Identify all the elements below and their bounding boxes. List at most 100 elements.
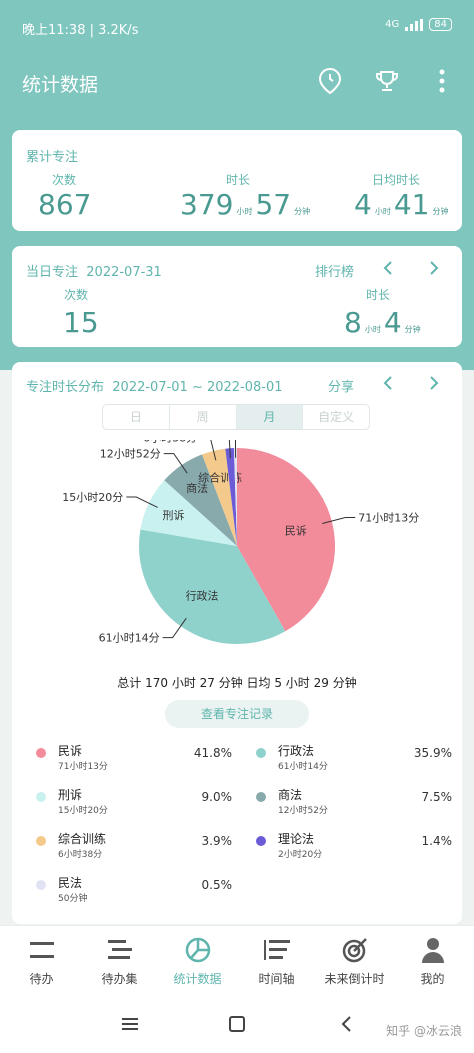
- legend-item: 商法 12小时52分 7.5%: [256, 786, 452, 826]
- trophy-icon[interactable]: [372, 66, 402, 96]
- count-value: 867: [38, 188, 92, 221]
- status-right: 4G 84: [385, 18, 452, 31]
- legend-dot: [36, 792, 46, 802]
- legend-name: 理论法: [278, 832, 315, 846]
- tab-day[interactable]: 日: [103, 405, 170, 429]
- tab-custom[interactable]: 自定义: [303, 405, 369, 429]
- nav-todo[interactable]: 待办: [2, 934, 81, 987]
- legend-name: 刑诉: [58, 788, 83, 802]
- legend-time: 2小时20分: [278, 850, 323, 860]
- legend-percent: 35.9%: [413, 746, 452, 760]
- legend-item: 综合训练 6小时38分 3.9%: [36, 830, 232, 870]
- network-label: 4G: [385, 19, 400, 30]
- legend-percent: 0.5%: [201, 878, 233, 892]
- pie-chart: 民诉71小时13分行政法61小时14分刑诉15小时20分商法12小时52分综合训…: [62, 440, 419, 645]
- legend-name: 民法: [58, 876, 83, 890]
- legend-item: 民法 50分钟 0.5%: [36, 874, 232, 914]
- legend-time: 6小时38分: [58, 850, 103, 860]
- share-link[interactable]: 分享: [328, 376, 354, 395]
- timeline-icon: [237, 934, 316, 966]
- signal-icon: [405, 18, 424, 31]
- legend-dot: [36, 748, 46, 758]
- card-title: 专注时长分布 2022-07-01 ~ 2022-08-01: [26, 380, 283, 395]
- legend-percent: 3.9%: [201, 834, 233, 848]
- callout-label: 6小时38分: [143, 440, 197, 444]
- callout-label: 71小时13分: [358, 511, 419, 524]
- app-bar: 统计数据: [0, 62, 474, 102]
- count-label: 次数: [64, 288, 89, 302]
- legend-percent: 7.5%: [421, 790, 453, 804]
- callout-label: 12小时52分: [100, 448, 161, 461]
- legend-dot: [36, 880, 46, 890]
- page-title: 统计数据: [22, 74, 99, 96]
- period-selector: 日 周 月 自定义: [102, 404, 370, 430]
- home-icon[interactable]: [229, 1016, 245, 1032]
- list-icon: [80, 934, 159, 966]
- distribution-card: 专注时长分布 2022-07-01 ~ 2022-08-01 分享 日 周 月 …: [12, 362, 462, 924]
- recents-icon[interactable]: [122, 1017, 138, 1031]
- legend-dot: [256, 748, 266, 758]
- ranking-link[interactable]: 排行榜: [315, 261, 354, 280]
- legend-item: 刑诉 15小时20分 9.0%: [36, 786, 232, 826]
- legend-time: 61小时14分: [278, 762, 328, 772]
- battery-icon: 84: [429, 18, 452, 31]
- legend-time: 12小时52分: [278, 806, 328, 816]
- target-icon: [315, 934, 394, 966]
- legend-time: 71小时13分: [58, 762, 108, 772]
- count-label: 次数: [52, 173, 77, 187]
- avg-label: 日均时长: [372, 173, 421, 187]
- legend-percent: 41.8%: [193, 746, 232, 760]
- legend-name: 行政法: [278, 744, 315, 758]
- prev-range-icon[interactable]: [382, 375, 394, 391]
- prev-day-icon[interactable]: [382, 260, 394, 276]
- legend-percent: 9.0%: [201, 790, 233, 804]
- menu-icon: [2, 934, 81, 966]
- nav-countdown[interactable]: 未来倒计时: [315, 934, 394, 987]
- tab-week[interactable]: 周: [170, 405, 237, 429]
- slice-label: 刑诉: [163, 509, 185, 522]
- daily-focus-card: 当日专注 2022-07-31 排行榜 次数 15 时长 8 小时 4 分钟: [12, 246, 462, 347]
- total-summary: 总计 170 小时 27 分钟 日均 5 小时 29 分钟: [117, 676, 357, 690]
- card-title: 累计专注: [26, 150, 79, 165]
- status-bar: 晚上11:38 | 3.2K/s 4G 84: [0, 0, 474, 52]
- nav-label: 我的: [420, 972, 445, 986]
- nav-todo-set[interactable]: 待办集: [80, 934, 159, 987]
- person-icon: [393, 934, 472, 966]
- clock-pin-icon[interactable]: [315, 66, 345, 96]
- legend-name: 民诉: [58, 744, 83, 758]
- bottom-navigation: 待办 待办集 统计数据 时间轴 未来倒计时 我的: [0, 925, 474, 995]
- slice-label: 行政法: [186, 589, 219, 603]
- card-title: 当日专注 2022-07-31: [26, 265, 162, 280]
- legend-item: 行政法 61小时14分 35.9%: [256, 742, 452, 782]
- nav-label: 待办集: [101, 972, 138, 986]
- next-day-icon[interactable]: [428, 260, 440, 276]
- slice-label: 民诉: [285, 525, 307, 538]
- count-value: 15: [63, 306, 99, 339]
- nav-label: 待办: [29, 972, 54, 986]
- legend-item: 民诉 71小时13分 41.8%: [36, 742, 232, 782]
- nav-label: 统计数据: [173, 972, 222, 986]
- tab-month[interactable]: 月: [236, 405, 304, 429]
- legend-dot: [36, 836, 46, 846]
- avg-value: 4 小时 41 分钟: [354, 188, 449, 221]
- back-icon[interactable]: [340, 1015, 352, 1033]
- next-range-icon[interactable]: [428, 375, 440, 391]
- nav-stats[interactable]: 统计数据: [158, 934, 237, 987]
- legend-dot: [256, 792, 266, 802]
- legend-time: 50分钟: [58, 894, 88, 904]
- duration-value: 379 小时 57 分钟: [180, 188, 311, 221]
- duration-label: 时长: [366, 288, 391, 302]
- nav-label: 时间轴: [258, 972, 295, 986]
- more-icon[interactable]: [427, 66, 457, 96]
- nav-timeline[interactable]: 时间轴: [237, 934, 316, 987]
- legend-name: 综合训练: [58, 832, 107, 846]
- nav-mine[interactable]: 我的: [393, 934, 472, 987]
- total-focus-card: 累计专注 次数 867 时长 379 小时 57 分钟 日均时长 4 小时 41 分钟: [12, 130, 462, 231]
- nav-label: 未来倒计时: [324, 972, 385, 986]
- legend-percent: 1.4%: [421, 834, 453, 848]
- status-time: 晚上11:38 | 3.2K/s: [22, 23, 139, 38]
- callout-label: 61小时14分: [99, 632, 160, 645]
- callout-label: 15小时20分: [62, 491, 123, 504]
- legend-time: 15小时20分: [58, 806, 108, 816]
- view-records-button[interactable]: 查看专注记录: [165, 700, 309, 728]
